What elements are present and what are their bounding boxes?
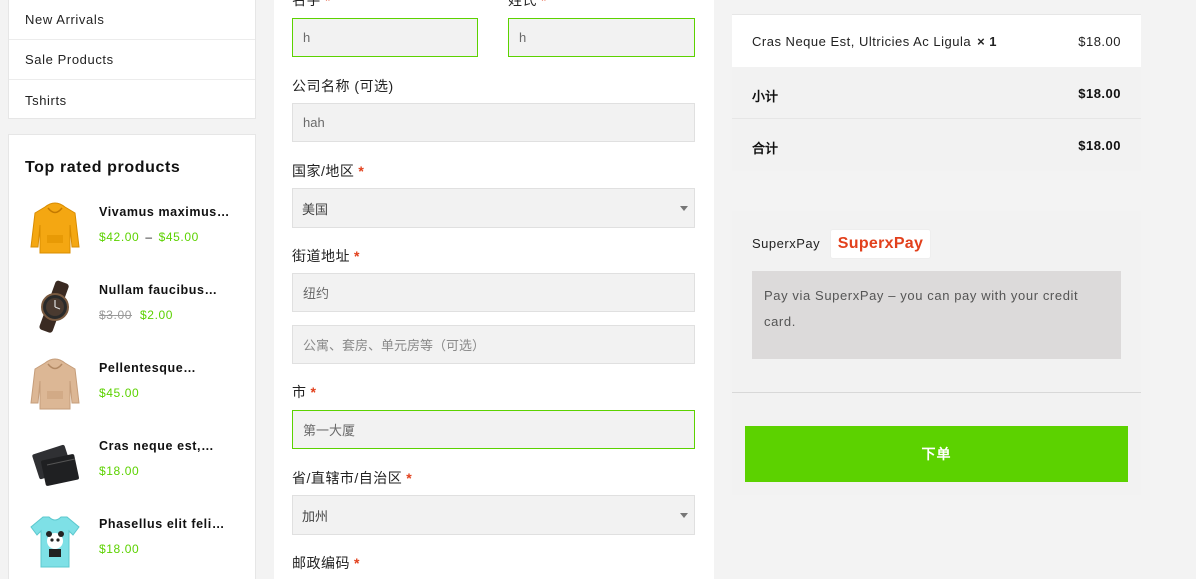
company-field[interactable]: hah <box>292 103 695 142</box>
product-price: $3.00 $2.00 <box>99 308 173 322</box>
order-item-row: Cras Neque Est, Ultricies Ac Ligula × 1 $… <box>732 14 1141 67</box>
category-link-tshirts[interactable]: Tshirts <box>9 80 255 120</box>
city-label: 市 * <box>292 384 317 400</box>
product-categories-widget: New Arrivals Sale Products Tshirts <box>8 0 256 119</box>
company-label: 公司名称 (可选) <box>292 78 394 94</box>
product-name[interactable]: Nullam faucibus… <box>99 283 235 297</box>
price-range-dash: – <box>145 230 153 244</box>
street-address-field[interactable]: 纽约 <box>292 273 695 312</box>
total-label: 合计 <box>752 141 779 156</box>
order-item-quantity: × 1 <box>977 34 998 49</box>
country-label: 国家/地区 * <box>292 163 365 179</box>
product-price: $42.00– $45.00 <box>99 230 199 244</box>
payment-section: SuperxPay SuperxPay Pay via SuperxPay – … <box>732 211 1141 495</box>
leather-wallet-icon[interactable] <box>29 435 81 491</box>
state-select[interactable]: 加州 <box>292 495 695 535</box>
last-name-field[interactable]: h <box>508 18 695 57</box>
panda-tshirt-icon[interactable] <box>29 513 81 569</box>
last-name-label: 姓氏 * <box>508 0 547 8</box>
first-name-field[interactable]: h <box>292 18 478 57</box>
top-rated-products-widget: Top rated products Vivamus maximus… $42.… <box>8 134 256 579</box>
product-price: $18.00 <box>99 542 140 556</box>
yellow-hoodie-icon[interactable] <box>29 201 81 257</box>
subtotal-row: 小计 $18.00 <box>732 67 1141 119</box>
beige-hoodie-icon[interactable] <box>29 357 81 413</box>
state-label: 省/直辖市/自治区 * <box>292 470 413 486</box>
order-item-amount: $18.00 <box>1078 34 1121 49</box>
product-name[interactable]: Phasellus elit feli… <box>99 517 235 531</box>
widget-title: Top rated products <box>25 159 181 176</box>
subtotal-label: 小计 <box>752 89 779 104</box>
street-label: 街道地址 * <box>292 248 360 264</box>
city-field[interactable]: 第一大厦 <box>292 410 695 449</box>
top-rated-product-item[interactable]: Nullam faucibus… $3.00 $2.00 <box>25 277 245 341</box>
total-row: 合计 $18.00 <box>732 119 1141 171</box>
top-rated-product-item[interactable]: Cras neque est,… $18.00 <box>25 433 245 497</box>
old-price: $3.00 <box>99 308 133 322</box>
payment-method-label[interactable]: SuperxPay <box>752 236 820 251</box>
top-rated-product-item[interactable]: Vivamus maximus… $42.00– $45.00 <box>25 199 245 263</box>
category-link-new-arrivals[interactable]: New Arrivals <box>9 0 255 40</box>
billing-form: 名字 * 姓氏 * h h 公司名称 (可选) hah 国家/地区 * 美国 街道地址… <box>274 0 714 579</box>
superxpay-logo: SuperxPay <box>830 229 931 259</box>
top-rated-product-item[interactable]: Pellentesque… $45.00 <box>25 355 245 419</box>
payment-method-description: Pay via SuperxPay – you can pay with you… <box>752 271 1121 359</box>
product-name[interactable]: Vivamus maximus… <box>99 205 235 219</box>
category-link-sale-products[interactable]: Sale Products <box>9 40 255 80</box>
product-name[interactable]: Cras neque est,… <box>99 439 235 453</box>
country-selected-value: 美国 <box>302 201 329 217</box>
first-name-label: 名字 * <box>292 0 331 8</box>
price-high: $45.00 <box>158 230 199 244</box>
product-name[interactable]: Pellentesque… <box>99 361 235 375</box>
chevron-down-icon <box>680 513 688 518</box>
subtotal-value: $18.00 <box>1078 86 1121 101</box>
top-rated-product-item[interactable]: Phasellus elit feli… $18.00 <box>25 511 245 575</box>
place-order-button[interactable]: 下单 <box>745 426 1128 482</box>
street-address-line2-field[interactable]: 公寓、套房、单元房等（可选） <box>292 325 695 364</box>
order-review-table: Cras Neque Est, Ultricies Ac Ligula × 1 $… <box>732 14 1141 171</box>
total-value: $18.00 <box>1078 138 1121 153</box>
chevron-down-icon <box>680 206 688 211</box>
state-selected-value: 加州 <box>302 508 329 524</box>
price-low: $42.00 <box>99 230 140 244</box>
order-item-name: Cras Neque Est, Ultricies Ac Ligula × 1 <box>752 34 998 49</box>
sale-price: $2.00 <box>140 308 174 322</box>
product-price: $18.00 <box>99 464 140 478</box>
divider <box>732 392 1141 393</box>
wrist-watch-icon[interactable] <box>29 279 81 335</box>
country-select[interactable]: 美国 <box>292 188 695 228</box>
product-price: $45.00 <box>99 386 140 400</box>
postcode-label: 邮政编码 * <box>292 555 360 571</box>
